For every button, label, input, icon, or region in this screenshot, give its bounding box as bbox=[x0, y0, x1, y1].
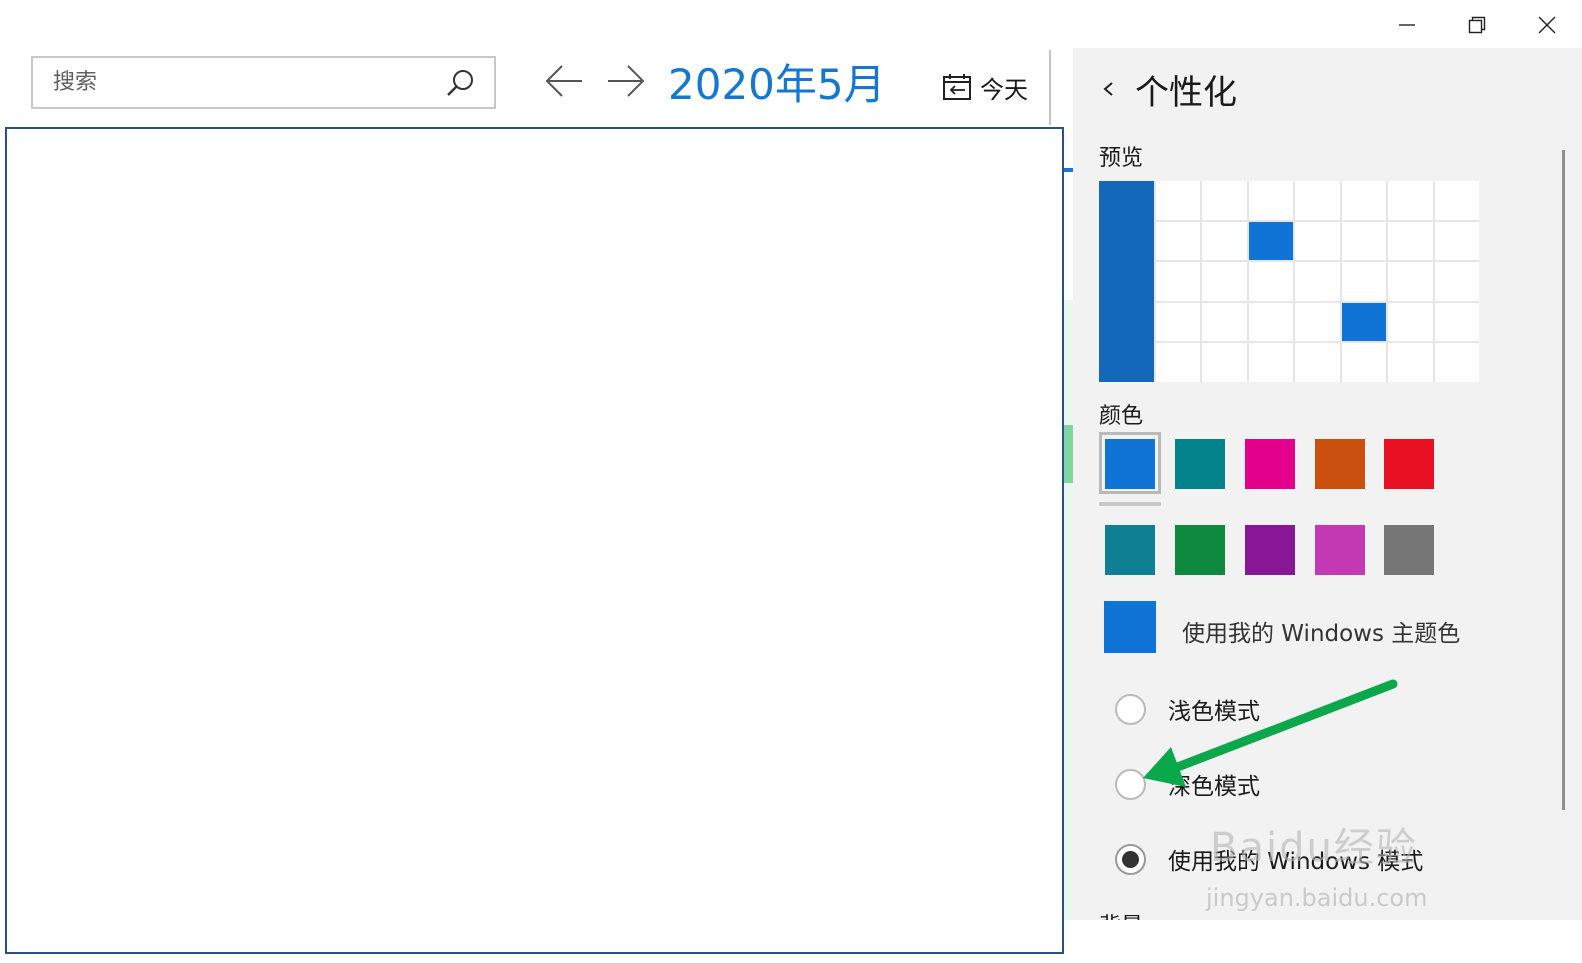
preview-cell bbox=[1341, 221, 1387, 261]
color-swatch[interactable] bbox=[1105, 525, 1155, 575]
radio-dot bbox=[1122, 850, 1139, 868]
restore-button[interactable] bbox=[1442, 0, 1512, 50]
preview-cell bbox=[1388, 221, 1433, 261]
preview-cell bbox=[1202, 181, 1247, 220]
preview-cell bbox=[1156, 221, 1201, 261]
watermark-logo: Baidu经验 bbox=[1210, 825, 1418, 871]
windows-theme-swatch[interactable] bbox=[1104, 601, 1156, 653]
color-swatch[interactable] bbox=[1175, 439, 1225, 489]
preview-cell bbox=[1202, 221, 1247, 261]
calendar-today-icon bbox=[943, 74, 971, 100]
radio-light-mode[interactable]: 浅色模式 bbox=[1115, 691, 1260, 727]
previous-month-arrow-icon[interactable] bbox=[544, 64, 584, 98]
radio-dark-mode[interactable]: 深色模式 bbox=[1115, 766, 1260, 802]
today-label: 今天 bbox=[980, 75, 1028, 104]
color-swatch[interactable] bbox=[1175, 525, 1225, 575]
preview-sidebar bbox=[1099, 181, 1154, 382]
colors-label: 颜色 bbox=[1099, 404, 1144, 429]
restore-icon bbox=[1468, 16, 1486, 34]
calendar-view[interactable] bbox=[5, 127, 1064, 954]
personalization-panel: 个性化 预览 颜色 使用我的 Windows 主题色 浅色模式 深色模式 使用我… bbox=[1073, 48, 1582, 920]
back-icon[interactable] bbox=[1097, 74, 1121, 104]
radio-label[interactable]: 深色模式 bbox=[1168, 767, 1260, 801]
preview-grid bbox=[1154, 181, 1479, 382]
preview-cell bbox=[1202, 262, 1247, 301]
preview-cell bbox=[1295, 343, 1340, 382]
minimize-icon bbox=[1399, 24, 1415, 26]
preview-cell bbox=[1434, 221, 1479, 261]
preview-cell bbox=[1434, 181, 1479, 220]
today-button[interactable]: 今天 bbox=[942, 66, 1028, 108]
calendar-peek-event bbox=[1064, 425, 1073, 483]
month-title[interactable]: 2020年5月 bbox=[668, 55, 886, 115]
preview-cell bbox=[1295, 221, 1340, 261]
panel-header: 个性化 bbox=[1097, 64, 1237, 114]
search-icon[interactable] bbox=[444, 67, 476, 99]
color-swatch[interactable] bbox=[1245, 525, 1295, 575]
preview-cell bbox=[1295, 302, 1340, 342]
preview-cell bbox=[1434, 343, 1479, 382]
watermark-url: jingyan.baidu.com bbox=[1206, 884, 1428, 912]
preview-cell bbox=[1341, 302, 1387, 342]
radio-button[interactable] bbox=[1115, 693, 1146, 725]
preview-cell bbox=[1295, 181, 1340, 220]
preview-cell bbox=[1248, 181, 1294, 220]
search-input[interactable] bbox=[51, 58, 444, 107]
color-swatch[interactable] bbox=[1105, 439, 1155, 489]
preview-cell bbox=[1388, 302, 1433, 342]
preview-cell bbox=[1341, 262, 1387, 301]
preview-label: 预览 bbox=[1099, 146, 1144, 171]
preview-cell bbox=[1156, 262, 1201, 301]
color-swatch[interactable] bbox=[1315, 439, 1365, 489]
panel-scrollbar[interactable] bbox=[1562, 150, 1565, 810]
color-swatch[interactable] bbox=[1315, 525, 1365, 575]
preview-cell bbox=[1388, 262, 1433, 301]
window-controls bbox=[1362, 0, 1582, 50]
preview-cell bbox=[1341, 343, 1387, 382]
preview-cell bbox=[1295, 262, 1340, 301]
color-swatch[interactable] bbox=[1384, 525, 1434, 575]
selected-swatch-indicator bbox=[1099, 502, 1161, 506]
close-button[interactable] bbox=[1512, 0, 1582, 50]
preview-cell bbox=[1202, 302, 1247, 342]
preview-cell bbox=[1248, 343, 1294, 382]
radio-label[interactable]: 浅色模式 bbox=[1168, 692, 1260, 726]
preview-cell bbox=[1248, 221, 1294, 261]
preview-cell bbox=[1248, 302, 1294, 342]
panel-title: 个性化 bbox=[1135, 72, 1237, 113]
preview-cell bbox=[1434, 302, 1479, 342]
calendar-peek-accent bbox=[1064, 168, 1073, 172]
preview-cell bbox=[1341, 181, 1387, 220]
preview-cell bbox=[1388, 343, 1433, 382]
next-month-arrow-icon[interactable] bbox=[606, 64, 646, 98]
preview-cell bbox=[1156, 343, 1201, 382]
preview-cell bbox=[1388, 181, 1433, 220]
radio-button-checked[interactable] bbox=[1115, 843, 1146, 875]
toolbar-divider bbox=[1049, 50, 1051, 125]
radio-button[interactable] bbox=[1115, 768, 1146, 800]
preview-cell bbox=[1248, 262, 1294, 301]
preview-cell bbox=[1202, 343, 1247, 382]
preview-cell bbox=[1434, 262, 1479, 301]
calendar-preview bbox=[1099, 181, 1479, 382]
color-swatch[interactable] bbox=[1245, 439, 1295, 489]
windows-theme-color-label[interactable]: 使用我的 Windows 主题色 bbox=[1182, 614, 1460, 648]
close-icon bbox=[1538, 16, 1556, 34]
color-swatch[interactable] bbox=[1384, 439, 1434, 489]
windows-theme-color-option[interactable] bbox=[1104, 601, 1156, 653]
preview-cell bbox=[1156, 302, 1201, 342]
preview-cell bbox=[1156, 181, 1201, 220]
calendar-peek-strip bbox=[1064, 300, 1073, 920]
search-box[interactable] bbox=[31, 56, 496, 109]
minimize-button[interactable] bbox=[1372, 0, 1442, 50]
background-section-label: 背景 bbox=[1099, 908, 1143, 920]
